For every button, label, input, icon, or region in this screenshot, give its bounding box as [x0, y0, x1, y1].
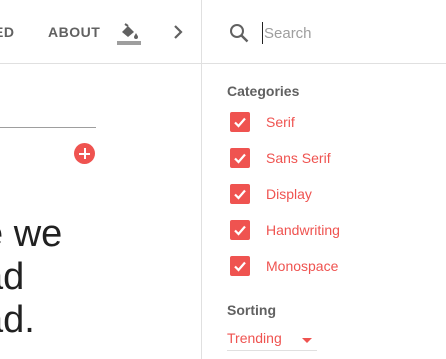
checkbox-checked-icon[interactable]	[230, 256, 250, 276]
category-display[interactable]: Display	[230, 183, 312, 205]
checkbox-checked-icon[interactable]	[230, 112, 250, 132]
checkbox-checked-icon[interactable]	[230, 184, 250, 204]
search-divider	[202, 63, 446, 64]
checkbox-checked-icon[interactable]	[230, 220, 250, 240]
chevron-right-icon[interactable]	[168, 20, 190, 44]
category-label: Handwriting	[266, 222, 340, 238]
preview-text-input[interactable]	[0, 127, 96, 128]
category-serif[interactable]: Serif	[230, 111, 295, 133]
sorting-select[interactable]: Trending	[227, 328, 317, 351]
nav-item-featured[interactable]: ED	[0, 24, 14, 40]
sorting-value: Trending	[227, 330, 282, 346]
preview-panel: ED ABOUT e we ad ad.	[0, 0, 201, 359]
format-color-fill-icon[interactable]	[116, 20, 142, 46]
categories-label: Categories	[227, 83, 300, 99]
search-input[interactable]	[262, 22, 434, 44]
category-handwriting[interactable]: Handwriting	[230, 219, 340, 241]
add-circle-icon[interactable]	[74, 143, 95, 164]
font-preview-text: e we ad ad.	[0, 213, 63, 341]
category-label: Monospace	[266, 258, 339, 274]
category-label: Sans Serif	[266, 150, 331, 166]
checkbox-checked-icon[interactable]	[230, 148, 250, 168]
category-sans-serif[interactable]: Sans Serif	[230, 147, 331, 169]
nav-item-about[interactable]: ABOUT	[48, 24, 100, 40]
filter-panel: Categories Serif Sans Serif Display Hand…	[201, 0, 446, 359]
category-label: Display	[266, 186, 312, 202]
category-label: Serif	[266, 114, 295, 130]
dropdown-arrow-icon	[302, 338, 312, 343]
toolbar-divider	[0, 63, 201, 64]
sorting-label: Sorting	[227, 302, 276, 318]
search-icon	[230, 24, 249, 43]
category-monospace[interactable]: Monospace	[230, 255, 338, 277]
